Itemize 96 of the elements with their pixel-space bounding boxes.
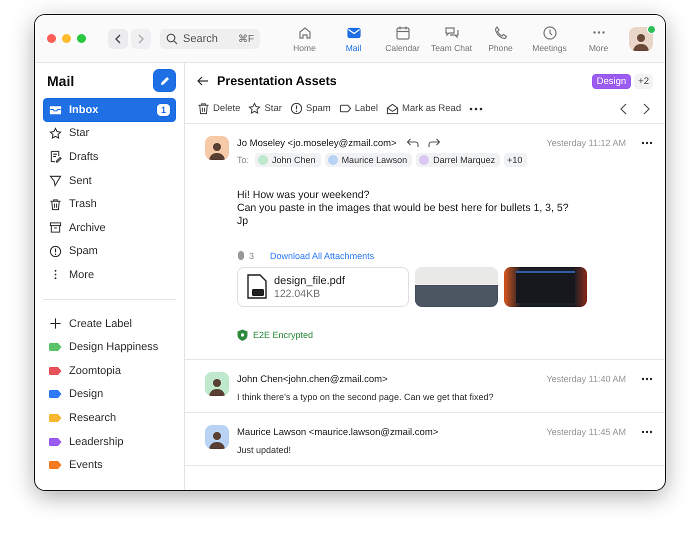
more-recipients-chip[interactable]: +10 [504,153,528,167]
label-item[interactable]: Leadership [43,430,176,454]
forward-icon[interactable] [428,138,441,148]
label-icon [338,102,352,115]
folder-item[interactable]: Trash [43,192,176,216]
reply-icon[interactable] [406,138,419,148]
folder-item[interactable]: Star [43,122,176,146]
star-icon [49,126,62,140]
trash-icon [197,102,210,115]
shield-icon [237,329,248,342]
label-item[interactable]: Research [43,406,176,430]
archive-icon [49,221,62,234]
toolbar-button[interactable]: Spam [290,102,331,115]
message[interactable]: Maurice Lawson <maurice.lawson@zmail.com> Yesterday 11:45 AM Just updated! [185,413,665,466]
recipient-chip[interactable]: John Chen [255,153,321,167]
search-icon [166,32,178,44]
calendar-icon [394,24,410,40]
inbox-icon [49,103,62,116]
more-icon[interactable] [641,377,653,382]
sender-avatar [205,372,229,396]
close-icon[interactable] [47,34,56,43]
label-item[interactable]: Design Happiness [43,335,176,359]
sender-name: Maurice Lawson <maurice.lawson@zmail.com> [237,426,438,438]
nav-tab[interactable]: More [574,24,623,52]
toolbar-button[interactable]: Star [248,102,282,115]
file-attachment-card[interactable]: design_file.pdf 122.04KB [237,267,409,308]
compose-button[interactable] [153,69,176,92]
message-preview: Just updated! [237,445,292,456]
folder-item[interactable]: More [43,263,176,287]
to-label: To: [237,155,250,165]
shortcut-hint: ⌘F [238,32,254,44]
clock-icon [542,24,558,40]
label-item[interactable]: Events [43,453,176,477]
photo-placeholder[interactable] [415,267,498,308]
message-body: Hi! How was your weekend? Can you paste in the images that would be best here for bullets 1, 3, 5? Jp [237,189,570,228]
chevron-right-icon [137,34,145,44]
sender-name: John Chen<john.chen@zmail.com> [237,374,388,385]
more-icon[interactable] [641,141,653,145]
nav-tab[interactable]: Team Chat [427,24,476,52]
thread-subject: Presentation Assets [217,74,338,88]
nav-tab[interactable]: Meetings [525,24,574,52]
chat-icon [444,24,460,40]
message-time: Yesterday 11:12 AM [546,138,626,148]
next-icon[interactable] [643,102,651,114]
sender-avatar [205,136,229,160]
message-preview: I think there’s a typo on the second page. Can we get that fixed? [237,392,495,402]
file-name: design_file.pdf [274,274,345,287]
folder-item[interactable]: Archive [43,216,176,240]
more-icon[interactable] [469,106,484,110]
toolbar-button[interactable]: Label [338,102,378,115]
create-label-button[interactable]: Create Label [43,312,176,336]
folder-item[interactable]: Drafts [43,145,176,169]
sidebar-title: Mail [47,72,74,88]
attachment-count: 3 [249,250,254,261]
spam-icon [49,244,62,258]
home-icon [296,24,312,40]
previous-icon[interactable] [619,102,627,114]
tag-chip: Design [592,74,632,88]
toolbar-button[interactable]: Mark as Read [386,102,462,115]
back-arrow-icon[interactable] [197,76,209,86]
more-tags-count: +2 [634,74,653,88]
star-icon [248,102,262,115]
label-item[interactable]: Design [43,382,176,406]
file-size: 122.04KB [274,288,322,300]
download-all-link[interactable]: Download All Attachments [270,250,374,261]
toolbar-button[interactable]: Delete [197,102,240,115]
pencil-icon [158,74,170,86]
recipient-chip[interactable]: Maurice Lawson [324,153,412,167]
sender-name: Jo Moseley <jo.moseley@zmail.com> [237,138,397,148]
message-time: Yesterday 11:45 AM [546,427,626,438]
trash-icon [49,198,62,211]
drafts-icon [49,150,62,164]
more-icon[interactable] [641,430,653,434]
encryption-status: E2E Encrypted [253,330,314,340]
phone-icon [492,24,508,40]
message[interactable]: John Chen<john.chen@zmail.com> Yesterday 11:40 AM I think there’s a typo on the second page. Can we get that fixed? [185,360,665,414]
more-icon [590,31,606,34]
envelope-icon [386,102,399,115]
chevron-left-icon [114,34,122,44]
recipient-chip[interactable]: Darrel Marquez [416,153,500,167]
unread-count-badge: 1 [156,104,170,116]
user-avatar[interactable] [629,26,653,50]
back-button[interactable] [108,28,128,48]
nav-tab[interactable]: Mail [329,24,378,52]
nav-tab[interactable]: Phone [476,24,525,52]
screenshot-thumbnail[interactable] [504,267,587,308]
nav-tab[interactable]: Calendar [378,24,427,52]
folder-item[interactable]: Inbox 1 [43,98,176,122]
plus-icon [49,317,62,330]
spam-icon [290,102,303,115]
sender-avatar [205,425,229,450]
folder-item[interactable]: Spam [43,240,176,264]
message-time: Yesterday 11:40 AM [546,374,626,384]
folder-item[interactable]: Sent [43,168,176,192]
nav-tab[interactable]: Home [280,24,329,52]
label-item[interactable]: Zoomtopia [43,358,176,383]
